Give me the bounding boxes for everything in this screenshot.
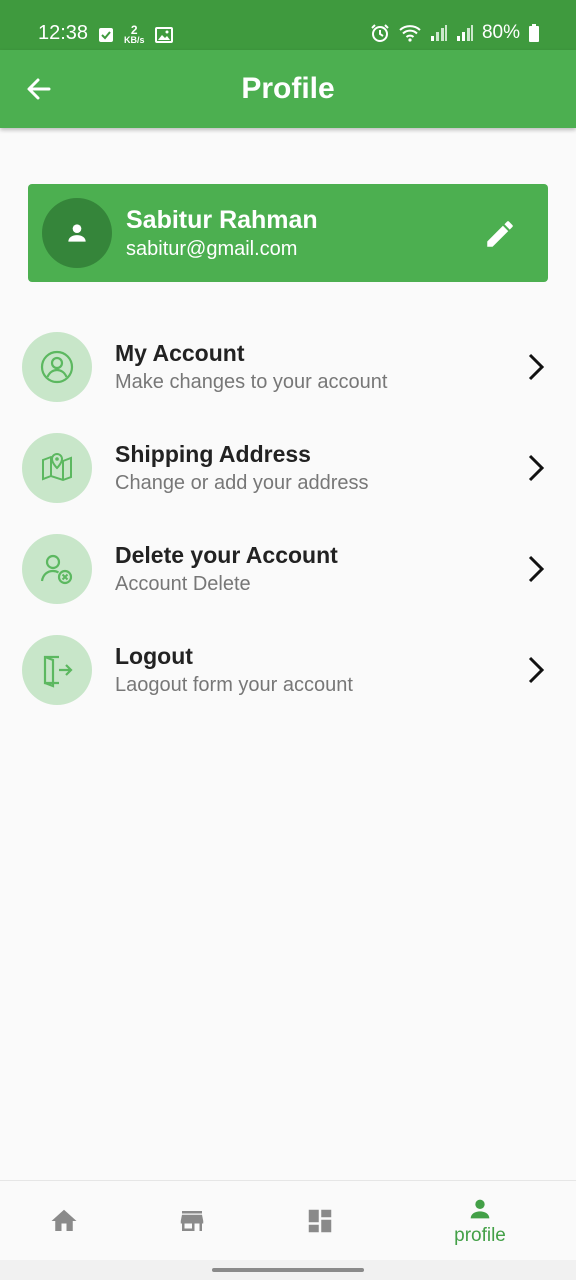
net-speed-unit: KB/s — [124, 35, 145, 45]
dashboard-icon — [308, 1209, 332, 1233]
person-icon — [470, 1199, 490, 1219]
menu-icon-circle — [22, 635, 92, 705]
net-speed-icon: 2 KB/s — [124, 24, 145, 45]
menu-item-title: Logout — [115, 643, 193, 669]
menu-item-subtitle: Make changes to your account — [115, 371, 388, 393]
person-icon — [68, 224, 86, 242]
map-pin-icon — [42, 452, 72, 482]
nav-item-home[interactable] — [34, 1181, 94, 1261]
menu-item-shipping-address[interactable]: Shipping Address Change or add your addr… — [0, 417, 576, 518]
user-circle-icon — [40, 350, 74, 384]
chevron-right-icon — [524, 552, 548, 586]
store-icon — [180, 1211, 204, 1231]
battery-icon — [529, 24, 539, 42]
edit-profile-button[interactable] — [482, 216, 518, 252]
nav-item-profile[interactable]: profile — [430, 1181, 530, 1261]
menu-item-subtitle: Change or add your address — [115, 472, 369, 494]
signal-icon — [430, 25, 447, 41]
status-notification-icons: 2 KB/s — [98, 24, 173, 45]
nav-label: profile — [454, 1225, 506, 1246]
battery-percent: 80% — [481, 22, 520, 43]
menu-item-title: Delete your Account — [115, 542, 338, 568]
app-bar: Profile — [0, 50, 576, 128]
gesture-bar — [0, 1260, 576, 1280]
menu-item-title: Shipping Address — [115, 441, 311, 467]
nav-item-dashboard[interactable] — [290, 1181, 350, 1261]
menu-icon-circle — [22, 534, 92, 604]
menu-item-subtitle: Laogout form your account — [115, 674, 353, 696]
profile-email: sabitur@gmail.com — [126, 238, 298, 260]
pencil-icon — [487, 221, 513, 247]
home-icon — [51, 1209, 77, 1231]
menu-item-logout[interactable]: Logout Laogout form your account — [0, 619, 576, 720]
status-time: 12:38 — [38, 22, 89, 44]
page-title: Profile — [241, 72, 335, 105]
chevron-right-icon — [524, 451, 548, 485]
avatar — [42, 198, 112, 268]
menu-icon-circle — [22, 433, 92, 503]
gesture-handle[interactable] — [212, 1268, 364, 1272]
profile-name: Sabitur Rahman — [126, 206, 318, 234]
menu-item-subtitle: Account Delete — [115, 573, 251, 595]
nav-item-store[interactable] — [162, 1181, 222, 1261]
alarm-icon — [371, 24, 389, 42]
status-bar: 12:38 2 KB/s 80% — [0, 0, 576, 50]
status-system-icons: 80% — [370, 22, 540, 44]
chevron-right-icon — [524, 653, 548, 687]
profile-card: Sabitur Rahman sabitur@gmail.com — [28, 184, 548, 282]
profile-menu: My Account Make changes to your account … — [0, 316, 576, 720]
image-icon — [154, 26, 173, 43]
user-delete-icon — [40, 554, 73, 585]
menu-item-my-account[interactable]: My Account Make changes to your account — [0, 316, 576, 417]
check-icon — [99, 27, 113, 42]
menu-item-title: My Account — [115, 340, 245, 366]
menu-item-delete-account[interactable]: Delete your Account Account Delete — [0, 518, 576, 619]
bottom-navigation: profile — [0, 1180, 576, 1260]
chevron-right-icon — [524, 350, 548, 384]
menu-icon-circle — [22, 332, 92, 402]
signal-icon — [456, 25, 473, 41]
logout-icon — [43, 655, 73, 688]
wifi-icon — [399, 25, 421, 42]
